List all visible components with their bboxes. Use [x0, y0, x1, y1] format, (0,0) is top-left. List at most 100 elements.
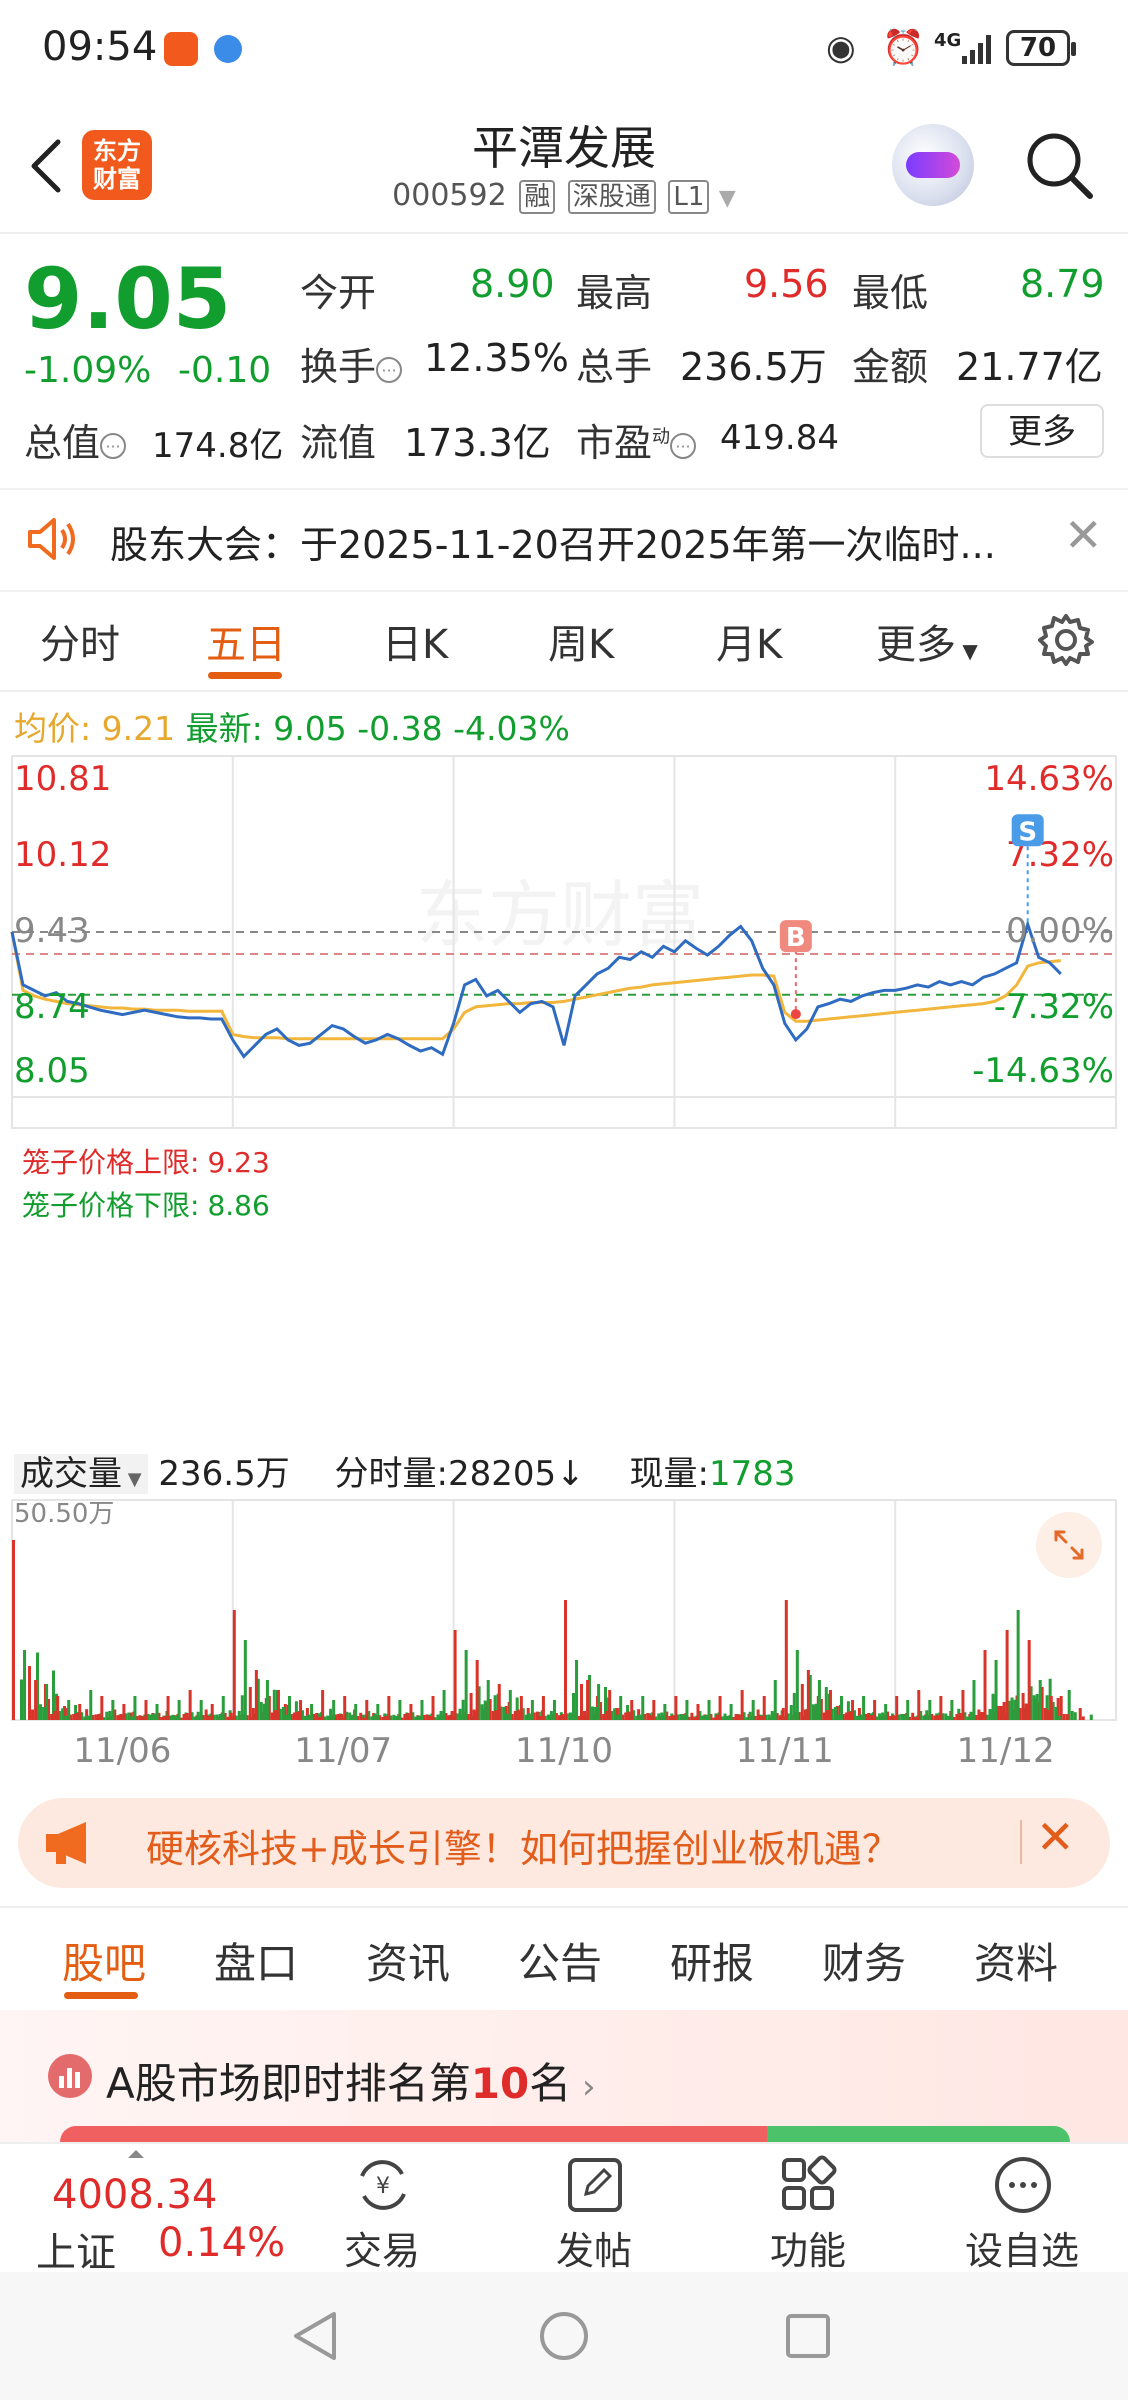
index-change[interactable]: 0.14%	[158, 2220, 285, 2266]
volume-bar	[436, 1714, 440, 1720]
info-icon[interactable]: ···	[670, 432, 697, 459]
volume-bar	[591, 1706, 595, 1720]
volume-bar	[519, 1696, 523, 1720]
volume-bar	[980, 1712, 984, 1720]
volume-bar	[892, 1715, 896, 1720]
volume-selector[interactable]: 成交量 ▼	[14, 1454, 148, 1494]
close-icon[interactable]: ✕	[1064, 508, 1103, 562]
index-name[interactable]: 上证	[36, 2220, 116, 2278]
volume-bar	[660, 1712, 664, 1720]
volume-bar	[1070, 1711, 1074, 1720]
tab-research[interactable]: 研报	[670, 1930, 754, 1991]
volume-bar	[23, 1650, 27, 1720]
high-value: 9.56	[744, 262, 829, 306]
volume-bar	[182, 1714, 186, 1720]
tab-weekly-k[interactable]: 周K	[548, 612, 614, 670]
volume-bar	[119, 1714, 123, 1720]
features-icon[interactable]	[778, 2154, 840, 2220]
volume-bar	[299, 1700, 303, 1720]
tab-finance[interactable]: 财务	[822, 1930, 906, 1991]
volume-bar	[86, 1715, 90, 1720]
tab-profile[interactable]: 资料	[974, 1930, 1058, 1991]
nav-post[interactable]: 发帖	[514, 2220, 674, 2275]
volume-bar	[605, 1711, 609, 1720]
amount-value: 21.77亿	[956, 345, 1103, 389]
tag-connect: 深股通	[567, 180, 656, 214]
volume-bar	[243, 1640, 247, 1720]
volume-total: 236.5万	[158, 1454, 290, 1494]
expand-icon[interactable]	[1036, 1512, 1102, 1578]
volume-bar	[568, 1712, 572, 1720]
more-button[interactable]: 更多	[980, 404, 1104, 458]
tab-intraday[interactable]: 分时	[40, 612, 120, 670]
volume-bar	[616, 1714, 620, 1720]
float-value: 173.3亿	[404, 421, 551, 465]
volume-bar	[420, 1700, 424, 1720]
info-icon[interactable]: ···	[100, 432, 127, 459]
volume-bar	[682, 1714, 686, 1720]
volume-bar	[166, 1696, 170, 1720]
tab-news[interactable]: 资讯	[366, 1930, 450, 1991]
volume-bar	[778, 1715, 782, 1720]
current-price: 9.05	[24, 250, 232, 348]
watchlist-icon[interactable]	[992, 2154, 1054, 2220]
dropdown-icon[interactable]: ▼	[719, 186, 736, 211]
volume-bar	[439, 1711, 443, 1720]
volume-bar	[494, 1710, 498, 1720]
search-icon[interactable]	[1024, 130, 1094, 200]
settings-icon[interactable]	[1038, 612, 1094, 672]
rank-banner[interactable]: A股市场即时排名第10名 ›	[0, 2010, 1128, 2142]
up-arrow-icon	[128, 2150, 144, 2158]
volume-bar	[116, 1715, 120, 1720]
close-icon[interactable]: ✕	[1036, 1810, 1075, 1864]
notice-bar[interactable]: 股东大会：于2025-11-20召开2025年第一次临时... ✕	[0, 488, 1128, 592]
megaphone-icon	[42, 1820, 98, 1870]
section-divider	[0, 1906, 1128, 1908]
back-nav-icon[interactable]	[290, 2310, 340, 2366]
volume-bar	[560, 1714, 564, 1720]
trade-icon[interactable]: ¥	[352, 2154, 414, 2220]
volume-bar	[1032, 1695, 1036, 1720]
volume-bar	[524, 1714, 528, 1720]
volume-bar	[304, 1715, 307, 1720]
tab-guba[interactable]: 股吧	[62, 1930, 146, 1991]
assistant-avatar[interactable]	[892, 124, 974, 206]
promo-banner[interactable]: 硬核科技+成长引擎！如何把握创业板机遇？ ✕	[18, 1798, 1110, 1888]
volume-bar	[31, 1709, 35, 1720]
tab-daily-k[interactable]: 日K	[382, 612, 448, 670]
tab-five-day[interactable]: 五日	[206, 612, 286, 670]
volume-bar	[627, 1711, 631, 1720]
recents-nav-icon[interactable]	[784, 2312, 832, 2364]
volume-bar	[889, 1716, 893, 1720]
volume-bar	[12, 1540, 15, 1720]
volume-bar	[781, 1708, 785, 1720]
info-icon[interactable]: ···	[376, 356, 403, 383]
stock-header: 东方 财富 平潭发展 000592 融 深股通 L1 ▼	[0, 100, 1128, 230]
nav-trade[interactable]: 交易	[302, 2220, 462, 2275]
volume-bar	[67, 1700, 71, 1720]
volume-bar	[947, 1715, 951, 1720]
tab-announcements[interactable]: 公告	[518, 1930, 602, 1991]
tab-pankou[interactable]: 盘口	[214, 1930, 298, 1991]
tab-more[interactable]: 更多 ▼	[876, 612, 978, 670]
index-value[interactable]: 4008.34	[52, 2172, 217, 2218]
home-nav-icon[interactable]	[538, 2310, 590, 2366]
volume-bar	[497, 1684, 501, 1720]
volume-bar	[351, 1714, 355, 1720]
five-day-chart[interactable]: 东方财富 10.8110.129.438.748.05 14.63%7.32%0…	[0, 690, 1128, 1800]
volume-bar	[64, 1715, 68, 1720]
volume-bar	[53, 1711, 57, 1720]
volume-bar	[1038, 1680, 1042, 1720]
promo-text: 硬核科技+成长引擎！如何把握创业板机遇？	[146, 1827, 900, 1871]
volume-bar	[878, 1713, 882, 1720]
volume-bar	[884, 1704, 888, 1720]
volume-bar	[370, 1716, 374, 1720]
nav-features[interactable]: 功能	[728, 2220, 888, 2275]
volume-bar	[759, 1716, 763, 1720]
tab-monthly-k[interactable]: 月K	[716, 612, 782, 670]
volume-bar	[1035, 1694, 1039, 1720]
volume-bar	[251, 1708, 255, 1720]
post-icon[interactable]	[564, 2154, 626, 2220]
nav-watchlist[interactable]: 设自选	[942, 2220, 1102, 2275]
rank-text: A股市场即时排名第10名 ›	[106, 2059, 596, 2108]
